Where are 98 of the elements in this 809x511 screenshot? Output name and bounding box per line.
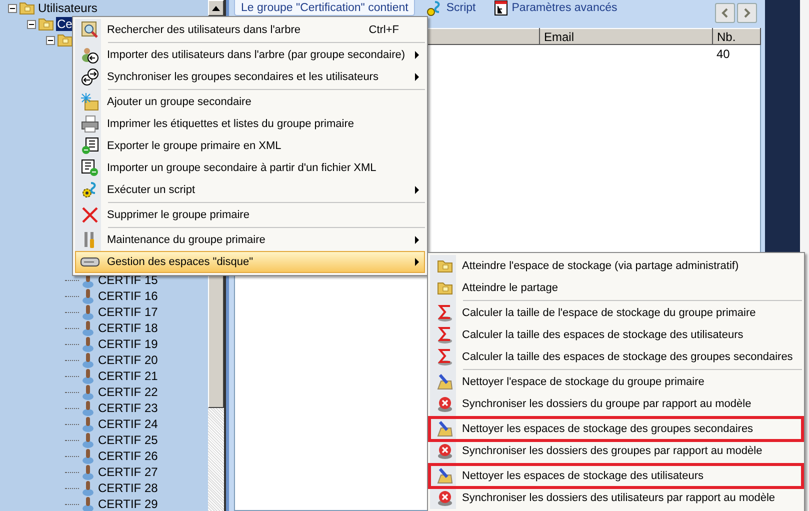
tree-item[interactable]: CERTIF 15 [97, 273, 159, 287]
folder-icon [437, 281, 453, 295]
tree-item[interactable]: CERTIF 17 [97, 305, 159, 319]
column-header[interactable]: Email [540, 28, 712, 44]
menu-item[interactable]: Synchroniser les dossiers des groupes par rapport au modèle [430, 440, 802, 462]
user-icon [81, 480, 95, 496]
up-arrow-icon [212, 6, 220, 10]
tree-item[interactable]: CERTIF 27 [97, 465, 159, 479]
user-icon [81, 352, 95, 368]
drive-icon [80, 255, 100, 269]
tree-item[interactable]: CERTIF 18 [97, 321, 159, 335]
menu-item[interactable]: Rechercher des utilisateurs dans l'arbre Ctrl+F [75, 19, 425, 41]
table-cell: 40 [716, 47, 730, 61]
tree-item[interactable]: CERTIF 16 [97, 289, 159, 303]
menu-item[interactable]: Calculer la taille des espaces de stockage des groupes secondaires [430, 346, 802, 368]
menu-item[interactable]: Supprimer le groupe primaire [75, 204, 425, 226]
previous-button[interactable] [715, 3, 735, 23]
user-icon [81, 496, 95, 511]
tree-diagram-icon [494, 0, 508, 16]
submenu-arrow-icon [415, 51, 419, 59]
folder-icon [19, 1, 35, 15]
user-icon [81, 320, 95, 336]
printer-icon [81, 115, 99, 133]
menu-item[interactable]: Atteindre l'espace de stockage (via partage administratif) [430, 255, 802, 277]
menu-item[interactable]: Synchroniser les groupes secondaires et les utilisateurs [75, 66, 425, 88]
menu-item[interactable]: Imprimer les étiquettes et listes du groupe primaire [75, 113, 425, 135]
tree-item[interactable]: CERTIF 21 [97, 369, 159, 383]
next-button[interactable] [737, 3, 757, 23]
tree-item[interactable]: CERTIF 20 [97, 353, 159, 367]
tree-item[interactable]: CERTIF 29 [97, 497, 159, 511]
folder-icon [38, 17, 54, 31]
sigma-icon [436, 326, 454, 344]
menu-item[interactable]: Nettoyer les espaces de stockage des utilisateurs [430, 465, 802, 487]
menu-item[interactable]: Nettoyer l'espace de stockage du groupe primaire [430, 371, 802, 393]
user-icon [81, 464, 95, 480]
menu-item[interactable]: Synchroniser les dossiers des utilisateurs par rapport au modèle [430, 487, 802, 509]
submenu-arrow-icon [415, 186, 419, 194]
column-header[interactable]: Nb. [712, 28, 760, 44]
brush-icon [436, 420, 454, 438]
menu-item[interactable]: Importer un groupe secondaire à partir d'un fichier XML [75, 157, 425, 179]
error-icon [436, 489, 454, 507]
cross-icon [81, 206, 99, 224]
expand-toggle[interactable] [8, 4, 17, 12]
tree-item[interactable]: CERTIF 26 [97, 449, 159, 463]
menu-item[interactable]: Atteindre le partage [430, 277, 802, 299]
user-icon [81, 304, 95, 320]
menu-item[interactable]: Nettoyer les espaces de stockage des groupes secondaires [430, 418, 802, 440]
tree-item[interactable]: Ce [56, 17, 74, 31]
menu-item[interactable]: Exécuter un script [75, 179, 425, 201]
sigma-icon [436, 348, 454, 366]
expand-toggle[interactable] [46, 36, 55, 44]
tab[interactable]: Script [419, 0, 483, 16]
menu-item[interactable]: Maintenance du groupe primaire [75, 229, 425, 251]
tree-item[interactable]: CERTIF 19 [97, 337, 159, 351]
users-icon [81, 46, 99, 64]
folder-star-icon [81, 93, 99, 111]
menu-item[interactable]: Gestion des espaces "disque" [75, 251, 425, 273]
user-icon [81, 448, 95, 464]
tree-item[interactable]: CERTIF 23 [97, 401, 159, 415]
document-icon [81, 137, 99, 155]
error-icon [436, 442, 454, 460]
menu-item[interactable]: Calculer la taille des espaces de stockage des utilisateurs [430, 324, 802, 346]
magnifier-icon [81, 21, 99, 39]
tree-item[interactable]: CERTIF 24 [97, 417, 159, 431]
folder-icon [437, 259, 453, 273]
tab[interactable]: Paramètres avancés [486, 0, 624, 16]
user-icon [81, 384, 95, 400]
left-chevron-icon [721, 8, 729, 18]
right-chevron-icon [743, 8, 751, 18]
tree-item[interactable]: CERTIF 25 [97, 433, 159, 447]
tree-item[interactable]: CERTIF 28 [97, 481, 159, 495]
expand-toggle[interactable] [27, 20, 36, 28]
user-icon [81, 432, 95, 448]
menu-item[interactable]: Exporter le groupe primaire en XML [75, 135, 425, 157]
user-icon [81, 368, 95, 384]
user-icon [81, 336, 95, 352]
sigma-icon [436, 304, 454, 322]
menu-item[interactable]: Ajouter un groupe secondaire [75, 91, 425, 113]
submenu-arrow-icon [415, 73, 419, 81]
menu-item[interactable]: Synchroniser les dossiers du groupe par rapport au modèle [430, 393, 802, 415]
user-icon [81, 416, 95, 432]
menu-item[interactable]: Calculer la taille de l'espace de stockage du groupe primaire [430, 302, 802, 324]
tree-item[interactable]: CERTIF 22 [97, 385, 159, 399]
submenu-arrow-icon [415, 258, 419, 266]
tab[interactable]: Le groupe "Certification" contient [234, 0, 416, 16]
user-icon [81, 400, 95, 416]
arrows-icon [81, 68, 99, 86]
submenu-arrow-icon [415, 236, 419, 244]
document-icon [81, 159, 99, 177]
brush-icon [436, 373, 454, 391]
folder-icon [57, 33, 73, 47]
brush-icon [436, 467, 454, 485]
menu-item[interactable]: Importer des utilisateurs dans l'arbre (par groupe secondaire) [75, 44, 425, 66]
script-icon [426, 0, 442, 16]
scroll-up-button[interactable] [208, 0, 224, 16]
tree-item[interactable]: Utilisateurs [37, 1, 98, 15]
user-icon [81, 288, 95, 304]
error-icon [436, 395, 454, 413]
